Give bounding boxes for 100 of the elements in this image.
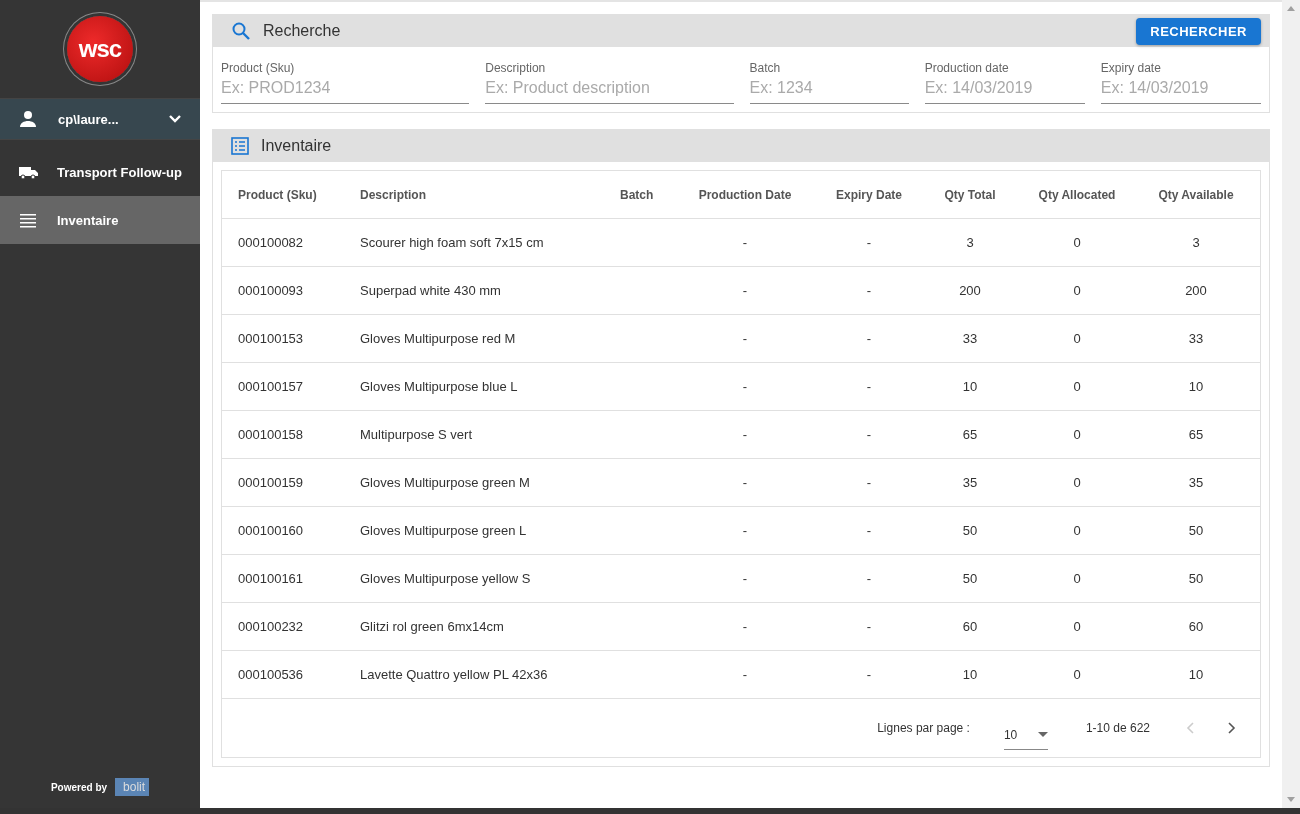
table-cell: Gloves Multipurpose blue L: [344, 362, 600, 411]
table-cell: 50: [1132, 506, 1260, 555]
column-header: Product (Sku): [222, 171, 344, 219]
table-cell: -: [670, 218, 820, 267]
field-label: Batch: [749, 61, 781, 75]
column-header: Production Date: [670, 171, 820, 219]
powered-by-text: Powered by: [50, 781, 108, 793]
table-cell: 35: [918, 458, 1022, 507]
table-cell: -: [820, 458, 918, 507]
table-cell: 000100158: [222, 410, 344, 459]
table-cell: -: [820, 506, 918, 555]
input-field[interactable]: Ex: PROD1234: [221, 79, 470, 104]
table-cell: 50: [918, 506, 1022, 555]
scroll-down-icon[interactable]: [1287, 797, 1295, 802]
table-cell: 10: [1132, 362, 1260, 411]
table-cell: Gloves Multipurpose green L: [344, 506, 600, 555]
table-cell: -: [820, 602, 918, 651]
input-field[interactable]: Ex: 1234: [749, 79, 909, 104]
table-cell: 000100232: [222, 602, 344, 651]
brand-logo: bolit: [115, 778, 150, 796]
table-cell: 000100159: [222, 458, 344, 507]
scrollbar[interactable]: [1282, 0, 1300, 808]
table-cell: 0: [1022, 266, 1132, 315]
table-cell: -: [670, 602, 820, 651]
sidebar-item[interactable]: Inventaire: [0, 196, 200, 244]
table-cell: -: [670, 266, 820, 315]
table-cell: Superpad white 430 mm: [344, 266, 600, 315]
table-cell: 65: [918, 410, 1022, 459]
table-cell: 000100082: [222, 218, 344, 267]
table-cell: -: [820, 218, 918, 267]
table-cell: 000100160: [222, 506, 344, 555]
scroll-up-icon[interactable]: [1287, 6, 1295, 11]
table-cell: 0: [1022, 506, 1132, 555]
table-cell: 35: [1132, 458, 1260, 507]
field-label: Product (Sku): [221, 61, 295, 75]
table-cell: 3: [1132, 218, 1260, 267]
table-cell: 10: [918, 362, 1022, 411]
list-icon: [231, 137, 249, 155]
table-cell: 0: [1022, 554, 1132, 603]
rows-per-page-label: Lignes par page :: [877, 721, 970, 735]
table-cell: Gloves Multipurpose red M: [344, 314, 600, 363]
table-cell: 33: [918, 314, 1022, 363]
table-cell: 200: [918, 266, 1022, 315]
table-cell: -: [820, 362, 918, 411]
input-field[interactable]: Ex: 14/03/2019: [924, 79, 1085, 104]
table-cell: -: [670, 410, 820, 459]
table-cell: 000100093: [222, 266, 344, 315]
rows-per-page-select[interactable]: 10: [1003, 720, 1048, 750]
field-label: Expiry date: [1100, 61, 1161, 75]
table-cell: -: [670, 554, 820, 603]
table-cell: -: [820, 266, 918, 315]
table-cell: -: [820, 650, 918, 699]
table-cell: Gloves Multipurpose green M: [344, 458, 600, 507]
user-menu[interactable]: cp\laure...: [0, 98, 200, 140]
table-cell: Lavette Quattro yellow PL 42x36: [344, 650, 600, 699]
table-cell: -: [820, 314, 918, 363]
table-cell: 0: [1022, 410, 1132, 459]
column-header: Expiry Date: [820, 171, 918, 219]
panel-title: Inventaire: [261, 137, 333, 155]
sidebar-item[interactable]: Transport Follow-up: [0, 148, 200, 196]
column-header: Description: [344, 171, 600, 219]
table-cell: -: [670, 362, 820, 411]
table-cell: 10: [918, 650, 1022, 699]
table-cell: Multipurpose S vert: [344, 410, 600, 459]
table-cell: -: [820, 554, 918, 603]
table-cell: 60: [1132, 602, 1260, 651]
user-name: cp\laure...: [58, 111, 120, 127]
table-cell: Glitzi rol green 6mx14cm: [344, 602, 600, 651]
input-field[interactable]: Ex: 14/03/2019: [1100, 79, 1261, 104]
table-cell: 200: [1132, 266, 1260, 315]
table-cell: -: [670, 506, 820, 555]
table-cell: 3: [918, 218, 1022, 267]
panel-title: Recherche: [263, 22, 342, 40]
column-header: Batch: [600, 171, 670, 219]
column-header: Qty Allocated: [1022, 171, 1132, 219]
dropdown-arrow-icon: [1037, 731, 1048, 738]
search-button[interactable]: RECHERCHER: [1136, 17, 1261, 45]
table-cell: 50: [918, 554, 1022, 603]
table-cell: -: [670, 314, 820, 363]
page-range: 1-10 de 622: [1085, 721, 1150, 735]
table-cell: 33: [1132, 314, 1260, 363]
input-field[interactable]: Ex: Product description: [485, 79, 734, 104]
table-cell: Gloves Multipurpose yellow S: [344, 554, 600, 603]
table-cell: 0: [1022, 362, 1132, 411]
table-cell: 000100157: [222, 362, 344, 411]
table-cell: 60: [918, 602, 1022, 651]
logo: wsc: [67, 16, 133, 82]
person-icon: [18, 109, 38, 129]
table-cell: 0: [1022, 602, 1132, 651]
table-cell: -: [670, 650, 820, 699]
column-header: Qty Total: [918, 171, 1022, 219]
table-cell: 50: [1132, 554, 1260, 603]
field-label: Description: [485, 61, 546, 75]
search-icon: [231, 21, 251, 41]
table-cell: -: [820, 410, 918, 459]
column-header: Qty Available: [1132, 171, 1260, 219]
table-cell: 65: [1132, 410, 1260, 459]
field-label: Production date: [924, 61, 1009, 75]
table-cell: 000100536: [222, 650, 344, 699]
table-cell: 000100161: [222, 554, 344, 603]
